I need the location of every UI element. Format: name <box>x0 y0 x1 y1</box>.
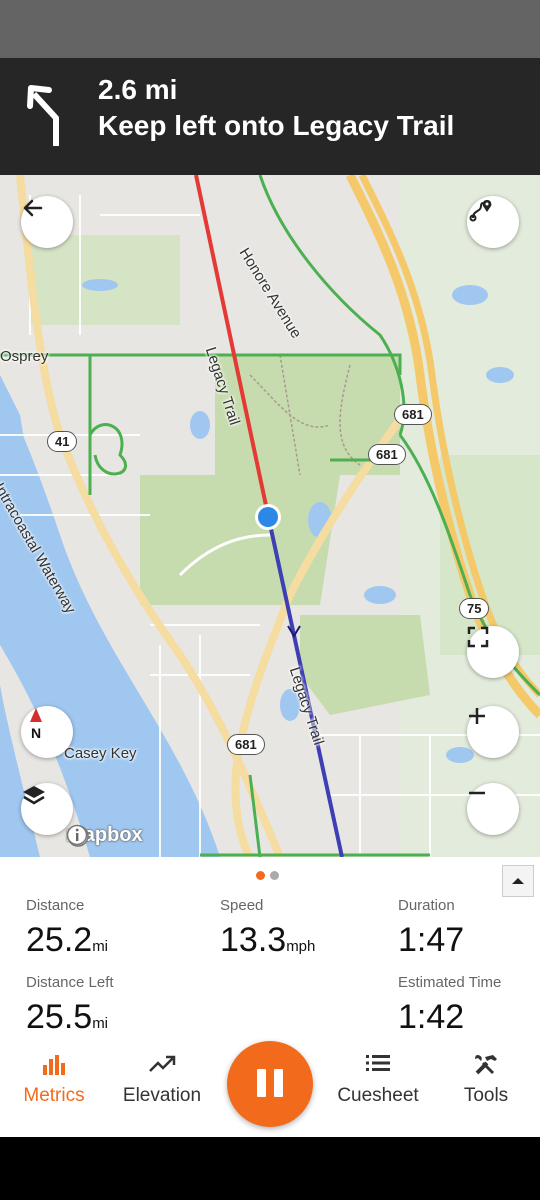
speed-unit: mph <box>286 938 316 955</box>
speed-number: 13.3 <box>220 921 287 959</box>
bottom-tab-bar: Metrics Elevation Cuesheet Tools <box>0 1041 540 1137</box>
page-dot-active[interactable] <box>256 871 265 880</box>
pause-icon-bar <box>274 1069 283 1097</box>
speed-value: 13.3mph <box>220 921 315 960</box>
route-shield-681-b: 681 <box>368 444 406 465</box>
mapbox-attribution[interactable]: mapbox <box>66 824 143 847</box>
route-shield-41: 41 <box>47 431 78 452</box>
fullscreen-icon <box>467 626 489 648</box>
collapse-panel-button[interactable] <box>502 865 534 897</box>
distance-unit: mi <box>92 938 109 955</box>
list-icon <box>366 1055 390 1071</box>
pause-button[interactable] <box>227 1041 313 1127</box>
route-shield-681-c: 681 <box>227 734 265 755</box>
plus-icon <box>469 708 485 724</box>
bar-chart-icon <box>43 1055 65 1075</box>
label-casey-key: Casey Key <box>64 745 137 762</box>
distance-label: Distance <box>26 897 85 914</box>
compass-button[interactable]: N <box>21 706 73 758</box>
keep-left-arrow-icon <box>27 85 59 146</box>
page-dot[interactable] <box>270 871 279 880</box>
distance-left-number: 25.5 <box>26 998 93 1036</box>
distance-left-label: Distance Left <box>26 974 114 991</box>
turn-instruction: Keep left onto Legacy Trail <box>98 110 455 141</box>
route-icon <box>469 200 492 222</box>
chevron-up-icon <box>512 878 524 884</box>
estimated-time-value: 1:42 <box>398 998 465 1036</box>
pause-icon <box>257 1069 266 1097</box>
tab-cuesheet[interactable]: Cuesheet <box>324 1045 432 1137</box>
fullscreen-button[interactable] <box>467 626 519 678</box>
tools-icon <box>475 1055 497 1075</box>
turn-distance: 2.6 mi <box>98 74 178 105</box>
compass-label: N <box>31 725 41 741</box>
tab-tools-label: Tools <box>463 1085 509 1106</box>
minus-icon <box>469 791 485 795</box>
distance-left-unit: mi <box>92 1015 109 1032</box>
distance-number: 25.2 <box>26 921 93 959</box>
compass-icon: N <box>30 708 42 741</box>
system-navigation-bar <box>0 1137 540 1200</box>
tab-cuesheet-label: Cuesheet <box>337 1085 419 1106</box>
zoom-out-button[interactable] <box>467 783 519 835</box>
tab-elevation[interactable]: Elevation <box>108 1045 216 1137</box>
tab-metrics-label: Metrics <box>23 1085 85 1106</box>
status-bar <box>0 0 540 58</box>
tab-elevation-label: Elevation <box>122 1085 202 1106</box>
navigation-banner: 2.6 mi Keep left onto Legacy Trail <box>0 58 540 175</box>
tab-metrics[interactable]: Metrics <box>0 1045 108 1137</box>
zoom-in-button[interactable] <box>467 706 519 758</box>
info-icon[interactable] <box>66 824 88 846</box>
speed-label: Speed <box>220 897 264 914</box>
route-overview-button[interactable] <box>467 196 519 248</box>
arrow-left-icon <box>23 199 43 217</box>
duration-value: 1:47 <box>398 921 465 959</box>
label-osprey: Osprey <box>0 348 49 365</box>
distance-value: 25.2mi <box>26 921 108 960</box>
estimated-time-label: Estimated Time <box>398 974 502 991</box>
route-shield-681-a: 681 <box>394 404 432 425</box>
map-view[interactable]: Osprey Honore Avenue Legacy Trail Legacy… <box>0 175 540 857</box>
duration-label: Duration <box>398 897 455 914</box>
distance-left-value: 25.5mi <box>26 998 108 1037</box>
trending-up-icon <box>149 1055 176 1072</box>
layers-icon <box>23 786 45 805</box>
route-shield-75: 75 <box>459 598 490 619</box>
tab-tools[interactable]: Tools <box>432 1045 540 1137</box>
back-button[interactable] <box>21 196 73 248</box>
